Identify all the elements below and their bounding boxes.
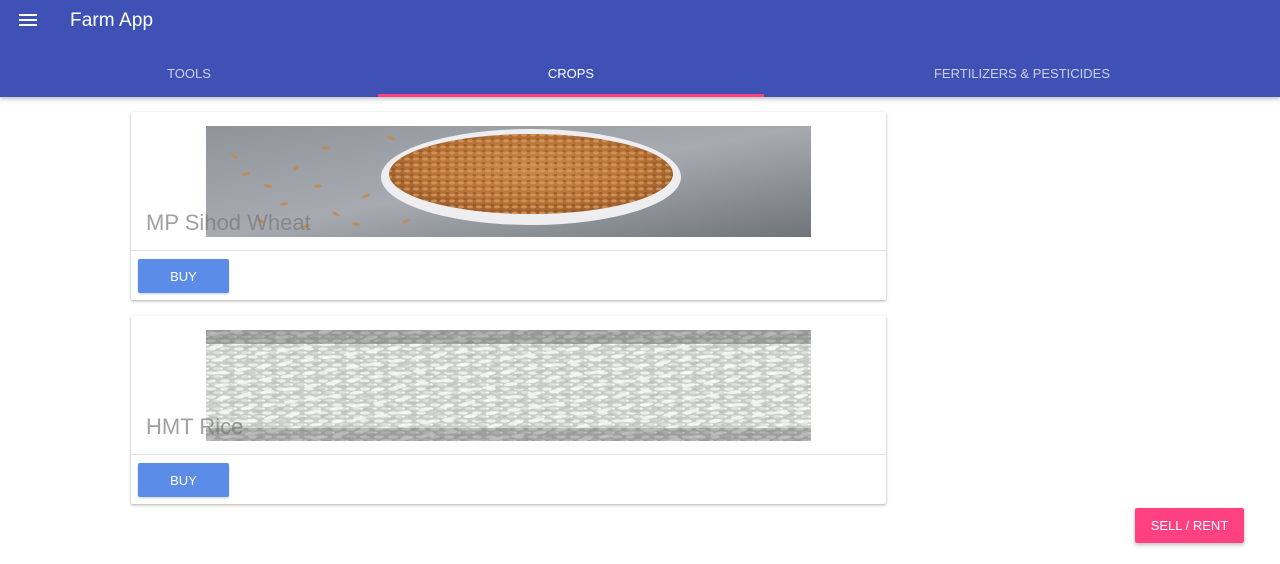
buy-button[interactable]: BUY bbox=[138, 259, 229, 293]
product-title: MP Sihod Wheat bbox=[146, 210, 311, 235]
toolbar: Farm App bbox=[0, 0, 1280, 44]
menu-icon[interactable] bbox=[15, 9, 41, 33]
product-card: HMT Rice BUY bbox=[131, 316, 886, 504]
product-card: MP Sihod Wheat BUY bbox=[131, 112, 886, 300]
tab-crops[interactable]: CROPS bbox=[378, 50, 764, 97]
card-divider bbox=[131, 454, 886, 455]
product-title: HMT Rice bbox=[146, 414, 244, 439]
app-bar: Farm App TOOLS CROPS FERTILIZERS & PESTI… bbox=[0, 0, 1280, 97]
sell-rent-button[interactable]: SELL / RENT bbox=[1135, 508, 1244, 543]
card-divider bbox=[131, 250, 886, 251]
tab-tools[interactable]: TOOLS bbox=[0, 50, 378, 97]
tab-bar: TOOLS CROPS FERTILIZERS & PESTICIDES bbox=[0, 50, 1280, 97]
buy-button[interactable]: BUY bbox=[138, 463, 229, 497]
tab-indicator bbox=[378, 94, 764, 97]
app-title: Farm App bbox=[70, 10, 154, 31]
tab-fertilizers-pesticides[interactable]: FERTILIZERS & PESTICIDES bbox=[764, 50, 1280, 97]
product-image-rice bbox=[206, 330, 811, 441]
